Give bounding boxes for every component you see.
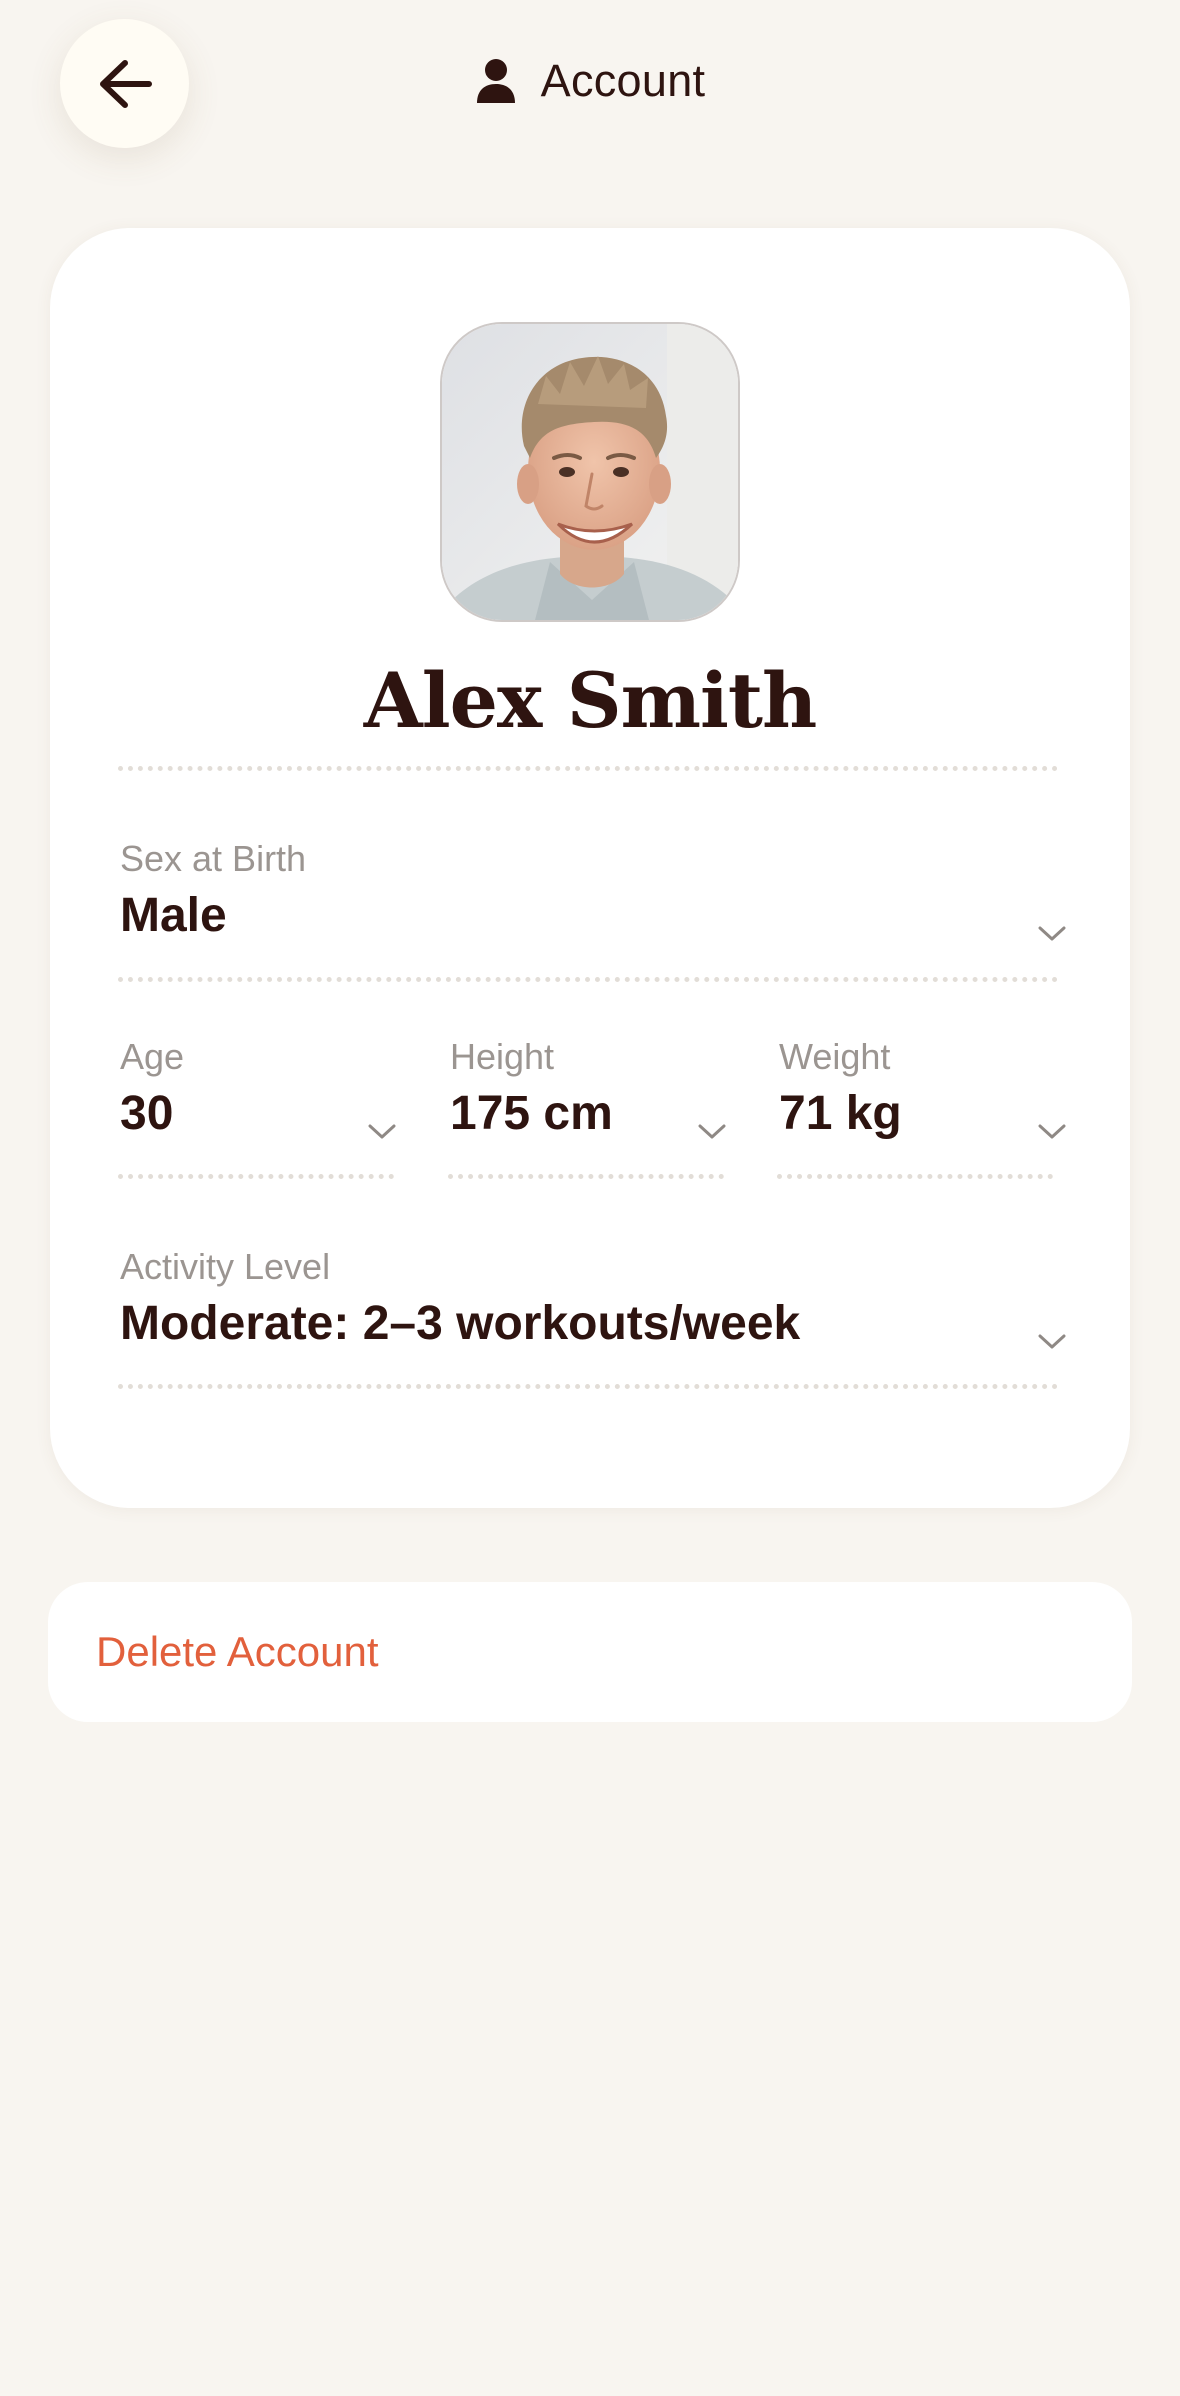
profile-name[interactable]: Alex Smith bbox=[50, 656, 1130, 745]
sex-at-birth-field[interactable]: Sex at Birth Male bbox=[120, 838, 1066, 958]
field-label: Sex at Birth bbox=[120, 838, 307, 879]
field-divider bbox=[118, 1174, 394, 1179]
field-value: Moderate: 2–3 workouts/week bbox=[120, 1297, 801, 1350]
activity-level-field[interactable]: Activity Level Moderate: 2–3 workouts/we… bbox=[120, 1246, 1066, 1366]
chevron-down-icon bbox=[698, 1124, 726, 1139]
page-title: Account bbox=[540, 55, 706, 106]
field-value: 175 cm bbox=[450, 1087, 613, 1140]
avatar[interactable] bbox=[440, 322, 740, 622]
field-label: Weight bbox=[779, 1036, 891, 1077]
chevron-down-icon bbox=[1038, 1124, 1066, 1139]
delete-account-button[interactable]: Delete Account bbox=[48, 1582, 1132, 1722]
field-label: Activity Level bbox=[120, 1246, 331, 1287]
profile-card: Alex Smith Sex at Birth Male Age 30 Heig… bbox=[50, 228, 1130, 1508]
chevron-down-icon bbox=[368, 1124, 396, 1139]
field-divider bbox=[118, 977, 1058, 982]
field-value: 30 bbox=[120, 1087, 174, 1140]
field-value: Male bbox=[120, 889, 227, 942]
delete-account-label: Delete Account bbox=[96, 1628, 379, 1675]
age-field[interactable]: Age 30 bbox=[120, 1036, 410, 1156]
field-divider bbox=[448, 1174, 724, 1179]
field-label: Age bbox=[120, 1036, 185, 1077]
height-field[interactable]: Height 175 cm bbox=[450, 1036, 740, 1156]
name-divider bbox=[118, 766, 1058, 771]
profile-photo bbox=[442, 324, 738, 620]
weight-field[interactable]: Weight 71 kg bbox=[779, 1036, 1069, 1156]
page-header: Account bbox=[0, 50, 1180, 112]
chevron-down-icon bbox=[1038, 1334, 1066, 1349]
field-divider bbox=[118, 1384, 1058, 1389]
person-icon bbox=[476, 59, 515, 103]
field-label: Height bbox=[450, 1036, 555, 1077]
field-value: 71 kg bbox=[779, 1087, 902, 1140]
chevron-down-icon bbox=[1038, 926, 1066, 941]
field-divider bbox=[777, 1174, 1053, 1179]
